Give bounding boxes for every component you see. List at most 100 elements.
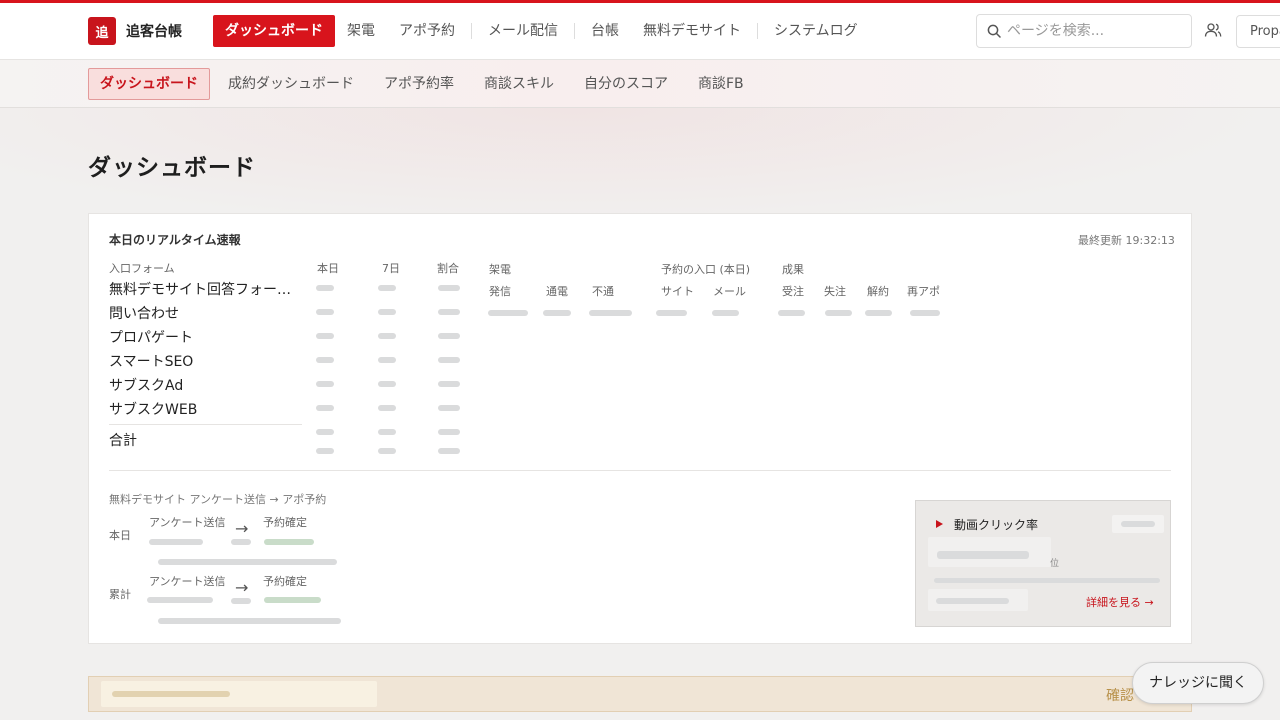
loading-bar xyxy=(488,310,528,316)
search-icon xyxy=(987,24,1001,38)
subnav-dashboard[interactable]: ダッシュボード xyxy=(88,68,210,100)
users-icon[interactable] xyxy=(1204,22,1222,38)
video-click-rate-panel: 動画クリック率 位 詳細を見る → xyxy=(915,500,1171,627)
loading-bar xyxy=(378,429,396,435)
nav-appointments[interactable]: アポ予約 xyxy=(387,15,467,47)
result-col-cancelled: 解約 xyxy=(867,285,889,298)
main-nav: ダッシュボード 架電 アポ予約 メール配信 台帳 無料デモサイト システムログ xyxy=(213,15,870,47)
loading-bar xyxy=(264,539,314,545)
ask-knowledge-button[interactable]: ナレッジに聞く xyxy=(1132,662,1264,704)
loading-bar xyxy=(378,309,396,315)
loading-bar xyxy=(543,310,571,316)
subnav-contract-dashboard[interactable]: 成約ダッシュボード xyxy=(216,68,366,100)
source-row-label: プロパゲート xyxy=(109,330,193,346)
subnav-sales-skill[interactable]: 商談スキル xyxy=(472,68,566,100)
video-panel-title: 動画クリック率 xyxy=(954,518,1039,532)
notice-banner: 確認 xyxy=(88,676,1192,712)
call-group-label: 架電 xyxy=(489,263,511,276)
loading-bar xyxy=(438,448,460,454)
col-header-today: 本日 xyxy=(317,262,339,275)
funnel-to-label: 予約確定 xyxy=(263,575,307,588)
section-divider xyxy=(109,470,1171,471)
result-col-re-appointment: 再アポ xyxy=(907,285,940,298)
loading-bar xyxy=(316,429,334,435)
app-title[interactable]: 追客台帳 xyxy=(126,21,182,41)
nav-calls[interactable]: 架電 xyxy=(335,15,387,47)
loading-bar xyxy=(438,357,460,363)
loading-bar xyxy=(934,578,1160,583)
loading-bar xyxy=(316,405,334,411)
col-header-form: 入口フォーム xyxy=(109,262,175,275)
view-details-link[interactable]: 詳細を見る → xyxy=(1086,594,1154,610)
search-input[interactable] xyxy=(1007,15,1187,47)
loading-bar xyxy=(656,310,687,316)
subnav-sales-feedback[interactable]: 商談FB xyxy=(686,68,756,100)
funnel-title: 無料デモサイト アンケート送信 → アポ予約 xyxy=(109,493,327,506)
banner-confirm-link[interactable]: 確認 xyxy=(1106,685,1134,705)
result-col-won: 受注 xyxy=(782,285,804,298)
sub-nav: ダッシュボード 成約ダッシュボード アポ予約率 商談スキル 自分のスコア 商談F… xyxy=(0,60,1280,108)
loading-bar xyxy=(438,333,460,339)
loading-bar xyxy=(264,597,321,603)
loading-bar xyxy=(316,309,334,315)
nav-separator xyxy=(574,23,575,39)
loading-bar xyxy=(316,333,334,339)
top-bar: 追 追客台帳 ダッシュボード 架電 アポ予約 メール配信 台帳 無料デモサイト … xyxy=(0,3,1280,60)
entry-col-site: サイト xyxy=(661,285,694,298)
loading-bar xyxy=(378,381,396,387)
source-row-label: サブスクAd xyxy=(109,378,184,394)
nav-system-log[interactable]: システムログ xyxy=(762,15,870,47)
realtime-card: 本日のリアルタイム速報 最終更新 19:32:13 入口フォーム 本日 7日 割… xyxy=(88,213,1192,644)
entry-group-label: 予約の入口 (本日) xyxy=(661,263,751,276)
logo-icon[interactable]: 追 xyxy=(88,17,116,45)
loading-bar xyxy=(825,310,852,316)
total-divider xyxy=(109,424,302,425)
nav-dashboard[interactable]: ダッシュボード xyxy=(213,15,335,47)
subnav-appointment-rate[interactable]: アポ予約率 xyxy=(372,68,466,100)
search-box[interactable] xyxy=(976,14,1192,48)
funnel-arrow: → xyxy=(235,578,249,597)
loading-bar xyxy=(316,285,334,291)
funnel-row-label: 本日 xyxy=(109,529,131,542)
loading-bar xyxy=(316,381,334,387)
subnav-my-score[interactable]: 自分のスコア xyxy=(572,68,680,100)
nav-free-demo-site[interactable]: 無料デモサイト xyxy=(631,15,753,47)
source-row-label: スマートSEO xyxy=(109,354,194,370)
loading-bar xyxy=(378,448,396,454)
call-col-connected: 通電 xyxy=(546,285,568,298)
source-row-label: 無料デモサイト回答フォー… xyxy=(109,282,291,298)
loading-bar xyxy=(316,448,334,454)
loading-bar xyxy=(112,691,230,697)
loading-bar xyxy=(438,285,460,291)
loading-bar xyxy=(378,405,396,411)
result-group-label: 成果 xyxy=(782,263,804,276)
loading-bar xyxy=(936,598,1009,604)
loading-bar xyxy=(910,310,940,316)
loading-bar xyxy=(937,551,1029,559)
loading-bar xyxy=(438,429,460,435)
funnel-from-label: アンケート送信 xyxy=(149,575,226,588)
col-header-7d: 7日 xyxy=(382,262,400,275)
source-row-label: 問い合わせ xyxy=(109,306,179,322)
loading-bar xyxy=(589,310,632,316)
nav-ledger[interactable]: 台帳 xyxy=(579,15,631,47)
nav-mail-delivery[interactable]: メール配信 xyxy=(476,15,570,47)
loading-bar xyxy=(147,597,213,603)
nav-separator xyxy=(757,23,758,39)
rank-unit: 位 xyxy=(1050,559,1060,569)
loading-bar xyxy=(438,381,460,387)
col-header-ratio: 割合 xyxy=(437,262,459,275)
realtime-title: 本日のリアルタイム速報 xyxy=(109,233,241,247)
loading-bar xyxy=(378,357,396,363)
total-label: 合計 xyxy=(109,433,137,449)
loading-bar xyxy=(231,539,251,545)
play-icon xyxy=(936,520,943,528)
loading-bar xyxy=(378,285,396,291)
loading-bar xyxy=(378,333,396,339)
funnel-row-label: 累計 xyxy=(109,588,131,601)
funnel-from-label: アンケート送信 xyxy=(149,516,226,529)
property-button[interactable]: Propa xyxy=(1236,15,1280,48)
funnel-arrow: → xyxy=(235,519,249,538)
loading-bar xyxy=(158,559,337,565)
result-col-lost: 失注 xyxy=(824,285,846,298)
